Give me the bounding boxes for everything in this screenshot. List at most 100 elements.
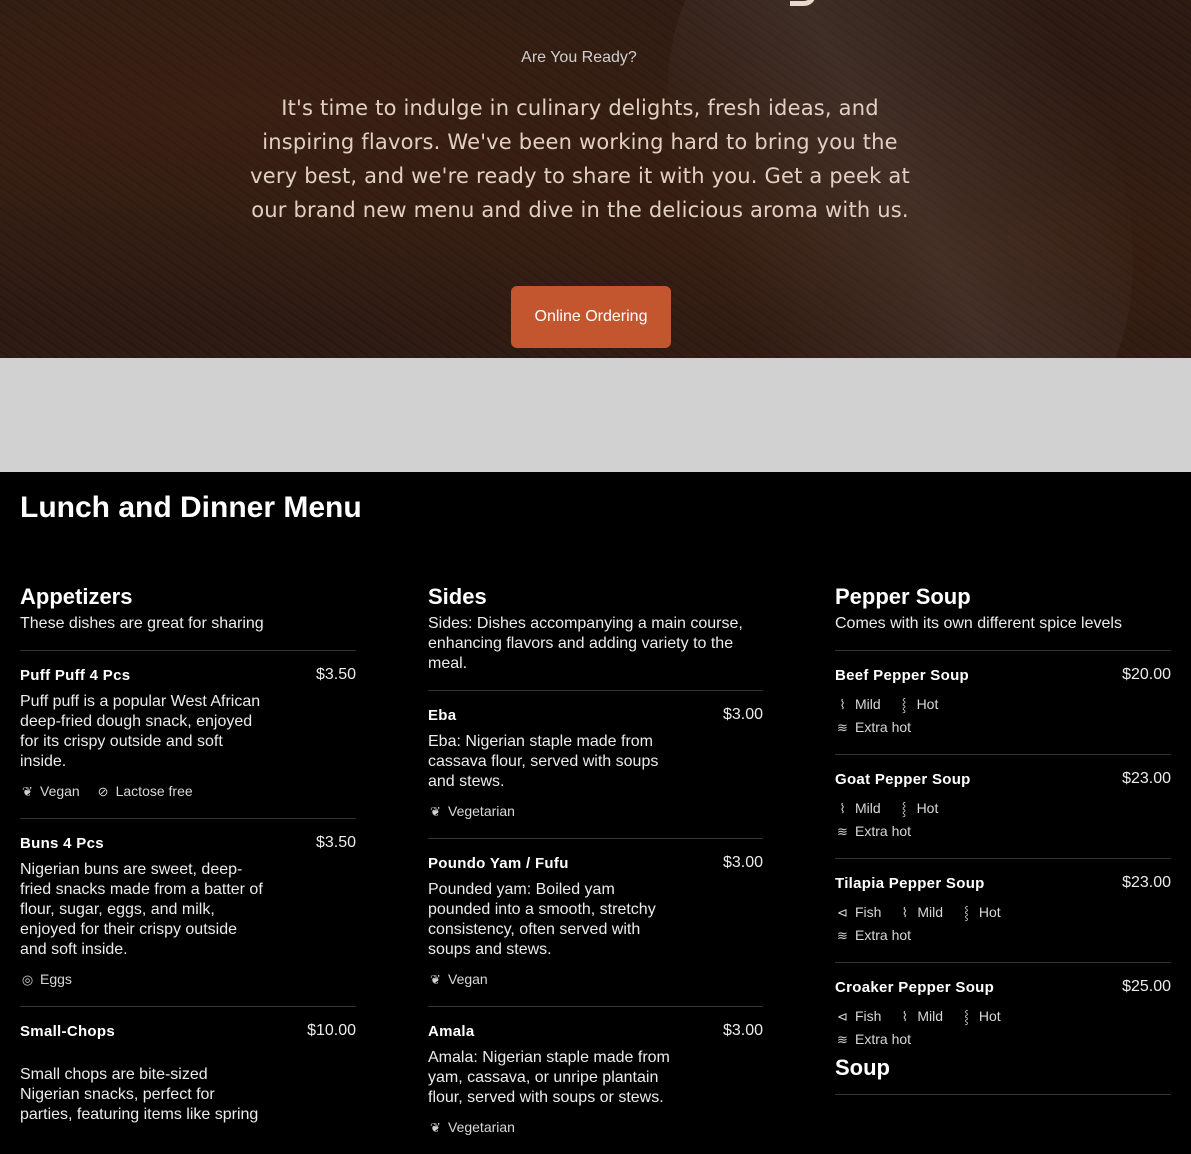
image-placeholder-band	[0, 358, 1191, 472]
fish-icon: ⊲	[837, 1009, 848, 1024]
tag-extra-hot: ≋ Extra hot	[835, 820, 911, 843]
tag-hot: ⸾ Hot	[959, 1005, 1001, 1028]
hero-eyebrow: Are You Ready?	[521, 49, 637, 66]
chili-triple-icon: ≋	[837, 1032, 848, 1047]
leaf-icon: ❦	[430, 972, 441, 987]
pepper-soup-section: Pepper Soup Comes with its own different…	[835, 583, 1171, 1066]
item-name: Croaker Pepper Soup	[835, 979, 995, 996]
chili-triple-icon: ≋	[837, 720, 848, 735]
fish-icon: ⊲	[837, 905, 848, 920]
tag-vegan: ❦ Vegan	[20, 780, 80, 803]
item-price: $3.00	[722, 1022, 763, 1039]
item-name: Eba	[428, 707, 457, 724]
tag-hot: ⸾ Hot	[897, 797, 939, 820]
item-tags: ⌇ Mild ⸾ Hot ≋ Extra hot	[835, 797, 1040, 843]
item-price: $25.00	[1122, 978, 1171, 995]
item-price: $3.00	[722, 854, 763, 871]
item-price: $23.00	[1122, 770, 1171, 787]
item-name: Poundo Yam / Fufu	[428, 855, 569, 872]
menu-item[interactable]: Poundo Yam / Fufu $3.00 Pounded yam: Boi…	[428, 839, 763, 1007]
tag-vegetarian: ❦ Vegetarian	[428, 1116, 515, 1139]
item-name: Tilapia Pepper Soup	[835, 875, 985, 892]
tag-vegan: ❦ Vegan	[428, 968, 488, 991]
menu-item[interactable]: Croaker Pepper Soup $25.00 ⊲ Fish ⌇ Mild ⸾…	[835, 963, 1171, 1066]
item-tags: ⊲ Fish ⌇ Mild ⸾ Hot ≋ Extra hot	[835, 1005, 1040, 1051]
no-milk-icon: ⊘	[97, 784, 109, 799]
tag-fish: ⊲ Fish	[835, 901, 881, 924]
item-description: Pounded yam: Boiled yam pounded into a s…	[428, 881, 656, 958]
hero-lead-text: It's time to indulge in culinary delight…	[250, 96, 910, 222]
menu-item[interactable]: Small-Chops $10.00 Small chops are bite-…	[20, 1007, 356, 1140]
hero-banner: Are You Ready? It's time to indulge in c…	[0, 0, 1191, 358]
chili-double-icon: ⸾	[901, 697, 907, 712]
chili-double-icon: ⸾	[964, 905, 969, 920]
leaf-icon: ❦	[22, 784, 33, 799]
item-tags: ❦ Vegetarian	[428, 1116, 648, 1139]
section-title: Appetizers	[20, 584, 133, 609]
tag-hot: ⸾ Hot	[959, 901, 1001, 924]
menu-item[interactable]: Tilapia Pepper Soup $23.00 ⊲ Fish ⌇ Mild ⸾…	[835, 859, 1171, 963]
tag-mild: ⌇ Mild	[835, 693, 880, 716]
chili-icon: ⌇	[901, 905, 909, 920]
appetizers-section: Appetizers These dishes are great for sh…	[20, 583, 356, 1140]
chili-triple-icon: ≋	[837, 928, 848, 943]
tag-mild: ⌇ Mild	[897, 1005, 943, 1028]
item-tags: ❦ Vegan ⊘ Lactose free	[20, 780, 240, 803]
item-price: $3.50	[315, 834, 356, 851]
chili-triple-icon: ≋	[837, 824, 848, 839]
menu-item[interactable]: Beef Pepper Soup $20.00 ⌇ Mild ⸾ Hot ≋ Extr…	[835, 651, 1171, 755]
item-price: $10.00	[307, 1022, 356, 1039]
tag-extra-hot: ≋ Extra hot	[835, 1028, 911, 1051]
section-divider	[835, 1094, 1171, 1095]
tag-fish: ⊲ Fish	[835, 1005, 881, 1028]
menu-title: Lunch and Dinner Menu	[20, 491, 362, 524]
item-price: $3.00	[722, 706, 763, 723]
item-name: Buns 4 Pcs	[20, 835, 104, 852]
tag-lactose-free: ⊘ Lactose free	[96, 780, 193, 803]
menu-item[interactable]: Puff Puff 4 Pcs $3.50 Puff puff is a pop…	[20, 651, 356, 819]
item-price: $23.00	[1122, 874, 1171, 891]
online-ordering-button[interactable]: Online Ordering	[511, 286, 671, 348]
item-name: Beef Pepper Soup	[835, 667, 969, 684]
item-name: Small-Chops	[20, 1023, 115, 1040]
item-name: Amala	[428, 1023, 475, 1040]
chili-double-icon: ⸾	[901, 801, 907, 816]
soup-section-title: Soup	[835, 1055, 890, 1080]
item-price: $3.50	[315, 666, 356, 683]
tag-extra-hot: ≋ Extra hot	[835, 924, 911, 947]
item-tags: ◎ Eggs	[20, 968, 240, 991]
item-description: Puff puff is a popular West African deep…	[20, 693, 261, 770]
item-description: Nigerian buns are sweet, deep-fried snac…	[20, 861, 263, 958]
leaf-icon: ❦	[430, 804, 441, 819]
chili-icon: ⌇	[839, 697, 846, 712]
section-description: Sides: Dishes accompanying a main course…	[428, 614, 763, 691]
tag-vegetarian: ❦ Vegetarian	[428, 800, 515, 823]
menu-item[interactable]: Goat Pepper Soup $23.00 ⌇ Mild ⸾ Hot ≋ Extr…	[835, 755, 1171, 859]
menu-item[interactable]: Buns 4 Pcs $3.50 Nigerian buns are sweet…	[20, 819, 356, 1007]
item-description: Small chops are bite-sized Nigerian snac…	[20, 1066, 259, 1123]
menu-item[interactable]: Amala $3.00 Amala: Nigerian staple made …	[428, 1007, 763, 1154]
item-description: Amala: Nigerian staple made from yam, ca…	[428, 1049, 670, 1106]
chili-icon: ⌇	[839, 801, 846, 816]
tag-hot: ⸾ Hot	[897, 693, 939, 716]
item-description: Eba: Nigerian staple made from cassava f…	[428, 733, 659, 790]
item-tags: ⌇ Mild ⸾ Hot ≋ Extra hot	[835, 693, 1040, 739]
section-description: These dishes are great for sharing	[20, 614, 356, 651]
item-name: Goat Pepper Soup	[835, 771, 971, 788]
item-price: $20.00	[1122, 666, 1171, 683]
tag-extra-hot: ≋ Extra hot	[835, 716, 911, 739]
item-tags: ❦ Vegan	[428, 968, 648, 991]
leaf-icon: ❦	[430, 1120, 441, 1135]
tag-mild: ⌇ Mild	[835, 797, 880, 820]
section-title: Sides	[428, 584, 487, 609]
item-tags: ❦ Vegetarian	[428, 800, 648, 823]
item-tags: ⊲ Fish ⌇ Mild ⸾ Hot ≋ Extra hot	[835, 901, 1040, 947]
menu-item[interactable]: Eba $3.00 Eba: Nigerian staple made from…	[428, 691, 763, 839]
egg-icon: ◎	[21, 972, 34, 987]
chili-icon: ⌇	[901, 1009, 909, 1024]
section-title: Pepper Soup	[835, 584, 971, 609]
sides-section: Sides Sides: Dishes accompanying a main …	[428, 583, 763, 1154]
section-description: Comes with its own different spice level…	[835, 614, 1171, 651]
tag-mild: ⌇ Mild	[897, 901, 943, 924]
item-name: Puff Puff 4 Pcs	[20, 667, 131, 684]
